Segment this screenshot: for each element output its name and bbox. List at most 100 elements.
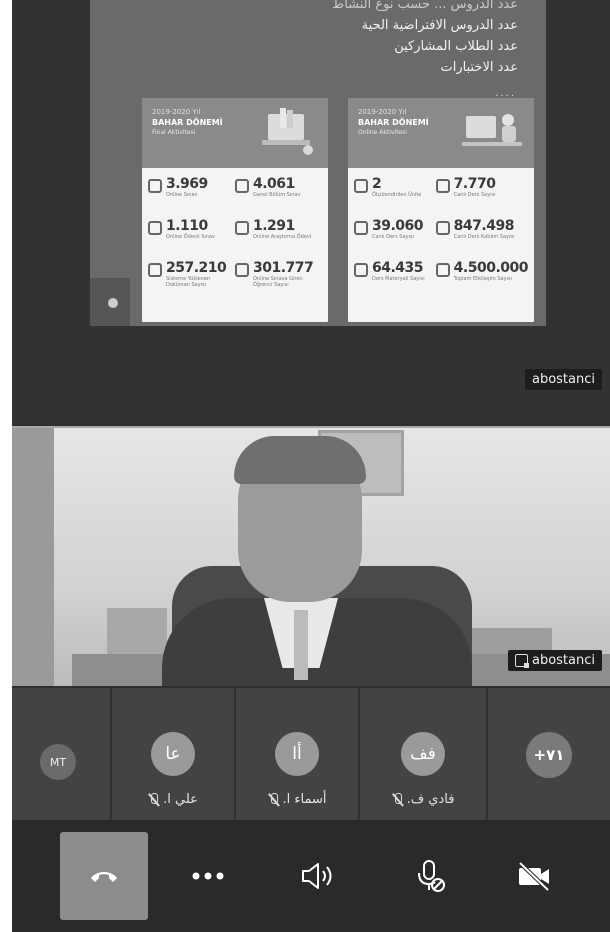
poster-final-activities: 2019-2020 Yıl BAHAR DÖNEMİ Final Aktivit… [142,98,328,322]
speaker-name-tag: abostanci [507,650,602,671]
slide-line: عدد الاختبارات [440,60,519,75]
stat-value: 2 [372,176,382,192]
pin-icon [514,654,529,668]
participants-strip: MT عا علي ا. أا أسماء ا. فف فادي ف. +٧١ [12,688,610,820]
poster-stats: 3.969 Online Sınav 4.061 Genel Bölüm Sınav… [142,168,328,302]
speaker-hair [234,436,366,484]
lesson-icon [435,179,450,193]
stat-value: 257.210 [166,260,227,276]
stat-item: 301.777 Online Sınava Giren Öğrenci Sayıs… [235,260,322,302]
avatar: عا [151,732,195,776]
stat-value: 847.498 [453,218,515,234]
more-participants-tile[interactable]: +٧١ [488,688,610,820]
stat-caption: Sisteme Yüklenen Doküman Sayısı [166,276,211,288]
stat-item: 1.291 Online Araştırma Ödevi [235,218,322,260]
stat-item: 4.061 Genel Bölüm Sınav [235,176,322,218]
stat-item: 4.500.000 Toplam Etkileşim Sayısı [435,260,529,302]
speaker-button[interactable] [274,832,362,920]
poster-header: 2019-2020 Yıl BAHAR DÖNEMİ Final Aktivit… [142,98,328,168]
participant-name: فادي ف. [406,792,455,807]
speaker-icon [302,863,332,889]
stat-value: 39.060 [372,218,424,234]
stat-caption: Online Araştırma Ödevi [253,234,312,240]
speaker-video[interactable] [12,426,610,686]
slide-line: عدد الدروس الافتراضية الحية [361,18,518,33]
stat-item: 2 Ölçülendirilen Ünite [354,176,436,218]
slide-line: عدد الطلاب المشاركين [394,39,518,54]
avatar: MT [40,744,76,780]
laptop-books-illustration [262,108,313,155]
slide-text: عدد الدروس ... حسب نوع النشاط عدد الدروس… [332,0,519,78]
stat-caption: Canlı Ders Sayısı [372,234,414,240]
mic-off-icon [392,792,403,807]
participant-tile[interactable]: أا أسماء ا. [236,688,360,820]
stat-caption: Canlı Ders Sayısı [453,192,496,198]
stat-item: 39.060 Canlı Ders Sayısı [354,218,436,260]
participant-tile[interactable]: فف فادي ف. [360,688,488,820]
stat-value: 1.291 [253,218,295,234]
camera-button[interactable] [490,832,578,920]
stat-item: 64.435 Ders Materyali Sayısı [354,260,436,302]
more-icon [192,872,224,880]
poster-header: 2019-2020 Yıl BAHAR DÖNEMİ Online Aktivi… [348,98,534,168]
shared-screen: عدد الدروس ... حسب نوع النشاط عدد الدروس… [12,0,610,424]
document-icon [148,221,162,235]
students-icon [235,263,249,277]
material-icon [354,263,368,277]
participant-label: أسماء ا. [236,792,358,807]
stat-caption: Ölçülendirilen Ünite [372,192,422,198]
stat-value: 4.061 [253,176,295,192]
mic-off-icon [268,792,279,807]
camera-off-icon [518,861,550,891]
stat-value: 4.500.000 [453,260,529,276]
presenter-name-tag: abostanci [524,369,602,390]
user-icon [235,179,249,193]
live-class-icon [354,221,368,235]
stat-value: 301.777 [253,260,314,276]
call-controls [12,820,610,932]
stat-value: 1.110 [166,218,208,234]
mic-off-icon [148,792,159,807]
stat-caption: Genel Bölüm Sınav [253,192,301,198]
stat-item: 257.210 Sisteme Yüklenen Doküman Sayısı [148,260,235,302]
more-button[interactable] [164,832,252,920]
stat-caption: Ders Materyali Sayısı [372,276,425,282]
hangup-button[interactable] [60,832,148,920]
participant-tile[interactable]: عا علي ا. [112,688,236,820]
stat-item: 3.969 Online Sınav [148,176,235,218]
stat-item: 847.498 Canlı Ders Katılım Sayısı [435,218,528,260]
participants-icon [435,221,450,235]
cabinet [107,608,167,656]
exam-icon [148,179,162,193]
poster-online-activities: 2019-2020 Yıl BAHAR DÖNEMİ Online Aktivi… [348,98,534,322]
stat-value: 7.770 [453,176,496,192]
flag [12,428,54,686]
slide-sidebar [90,278,130,326]
stat-item: 1.110 Online Ödevli Sınav [148,218,235,260]
slide-logo-icon [108,298,118,308]
participant-label: فادي ف. [360,792,486,807]
slide-line-cut: عدد الدروس ... حسب نوع النشاط [332,0,518,12]
stat-caption: Canlı Ders Katılım Sayısı [453,234,515,240]
meeting-window: عدد الدروس ... حسب نوع النشاط عدد الدروس… [12,0,610,932]
stat-value: 64.435 [372,260,424,276]
mic-muted-icon [418,860,445,892]
module-icon [354,179,368,193]
more-participants-count: +٧١ [526,732,572,778]
mic-button[interactable] [386,832,474,920]
participant-tile[interactable]: MT [12,688,112,820]
avatar: فف [401,732,445,776]
poster-stats: 2 Ölçülendirilen Ünite 7.770 Canlı Ders Sa… [348,168,534,302]
hangup-icon [91,872,117,882]
stat-caption: Online Sınav [166,192,198,198]
presentation-slide: عدد الدروس ... حسب نوع النشاط عدد الدروس… [90,0,546,326]
search-icon [235,221,249,235]
participant-name: أسماء ا. [282,792,327,807]
participant-label: علي ا. [112,792,234,807]
teacher-desk-illustration [462,114,522,146]
stat-caption: Toplam Etkileşim Sayısı [453,276,512,282]
interaction-icon [435,263,450,277]
stat-value: 3.969 [166,176,208,192]
upload-icon [148,263,162,277]
stat-caption: Online Sınava Giren Öğrenci Sayısı [253,276,303,288]
